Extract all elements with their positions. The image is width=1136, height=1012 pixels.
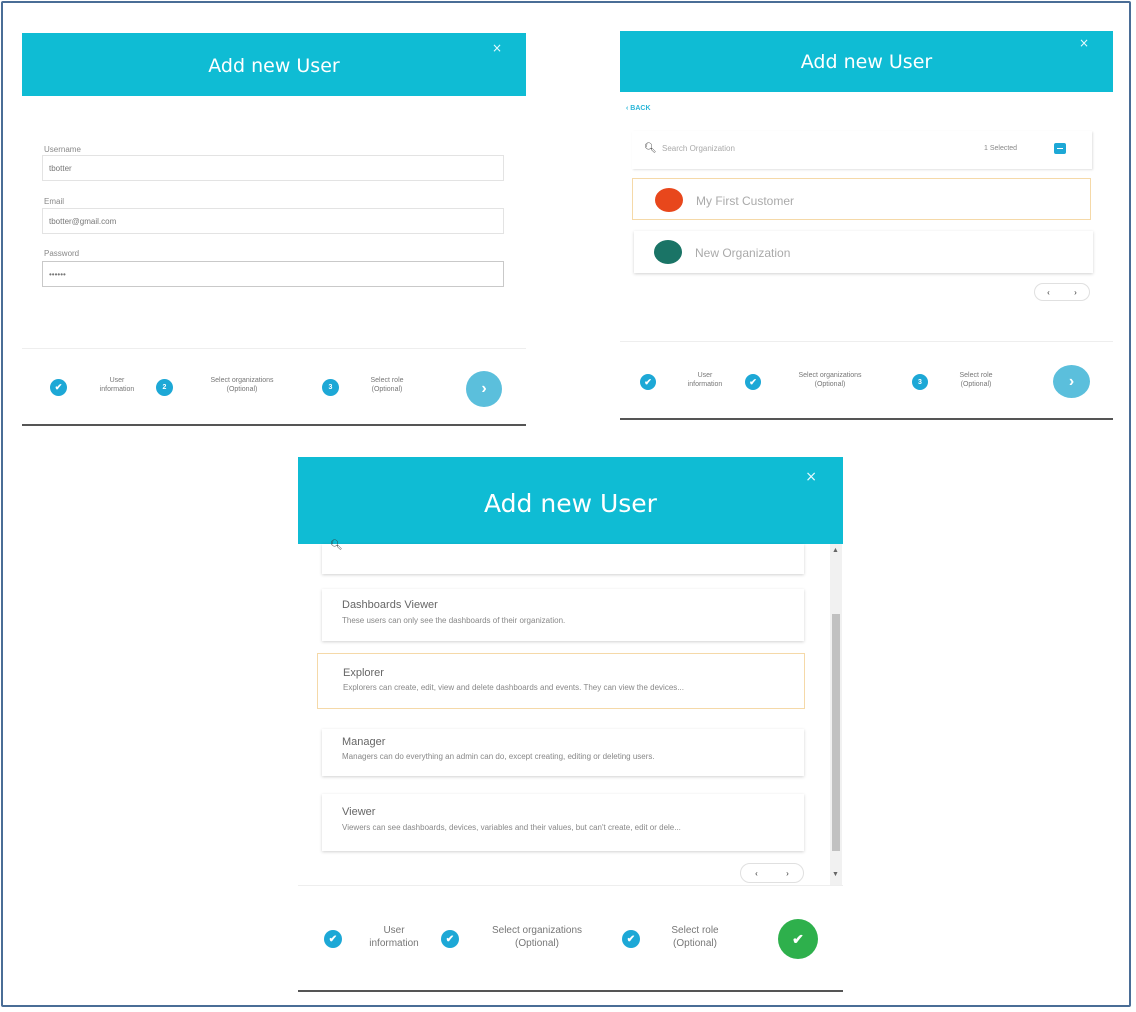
role-description: Explorers can create, edit, view and del…	[343, 683, 684, 692]
next-button[interactable]: ›	[1053, 365, 1090, 398]
modal-header: Add new User ×	[620, 31, 1113, 92]
email-value: tbotter@gmail.com	[49, 216, 117, 226]
scrollbar[interactable]: ▲ ▼	[830, 544, 842, 885]
role-item[interactable]: Explorer Explorers can create, edit, vie…	[317, 653, 805, 709]
scroll-up-icon[interactable]: ▲	[832, 547, 839, 554]
role-description: Viewers can see dashboards, devices, var…	[342, 823, 681, 832]
modal-title: Add new User	[800, 51, 933, 73]
role-item[interactable]: Dashboards Viewer These users can only s…	[322, 589, 804, 641]
role-search-bar: 🔍︎	[322, 540, 804, 574]
password-field[interactable]: ••••••	[42, 261, 504, 287]
check-icon: ✔	[324, 930, 342, 948]
check-icon: ✔	[640, 374, 656, 390]
prev-page-button[interactable]: ‹	[1047, 288, 1050, 297]
close-icon[interactable]: ×	[1079, 36, 1089, 50]
step-select-role[interactable]: Select role (Optional)	[654, 924, 736, 950]
search-icon: 🔍︎	[644, 143, 657, 154]
organization-name: My First Customer	[696, 194, 795, 208]
step-number-icon: 2	[156, 379, 173, 396]
step-select-organizations[interactable]: Select organizations (Optional)	[187, 376, 297, 394]
username-value: tbotter	[49, 163, 72, 173]
role-description: Managers can do everything an admin can …	[342, 752, 655, 761]
stepper-footer: ✔ User information ✔ Select organizations…	[298, 885, 843, 991]
step-number-icon: 3	[322, 379, 339, 396]
check-icon: ✔	[745, 374, 761, 390]
step-select-organizations[interactable]: Select organizations (Optional)	[775, 371, 885, 389]
password-label: Password	[44, 249, 80, 258]
organization-avatar	[655, 188, 683, 212]
scrollbar-thumb[interactable]	[832, 614, 840, 851]
scroll-down-icon[interactable]: ▼	[832, 871, 839, 878]
organization-search-bar: 🔍︎ Search Organization 1 Selected	[632, 131, 1092, 169]
role-item[interactable]: Manager Managers can do everything an ad…	[322, 729, 804, 776]
check-icon: ✔	[622, 930, 640, 948]
email-field[interactable]: tbotter@gmail.com	[42, 208, 504, 234]
next-page-button[interactable]: ›	[1074, 288, 1077, 297]
close-icon[interactable]: ×	[492, 41, 502, 55]
pagination-control: ‹ ›	[1034, 283, 1090, 301]
stepper-footer: ✔ User information 2 Select organizations…	[22, 348, 526, 425]
modal-title: Add new User	[484, 489, 657, 518]
organization-avatar	[654, 240, 682, 264]
next-page-button[interactable]: ›	[786, 869, 789, 878]
finish-button[interactable]: ✔	[778, 919, 818, 959]
back-link[interactable]: ‹ BACK	[626, 105, 651, 112]
role-title: Explorer	[343, 667, 384, 679]
organization-item[interactable]: My First Customer	[632, 178, 1091, 220]
step-select-role[interactable]: Select role (Optional)	[352, 376, 422, 394]
username-field[interactable]: tbotter	[42, 155, 504, 181]
step-select-role[interactable]: Select role (Optional)	[941, 371, 1011, 389]
deselect-all-checkbox[interactable]	[1054, 143, 1066, 154]
organization-name: New Organization	[695, 246, 791, 260]
modal-header: Add new User ×	[22, 33, 526, 96]
step-user-information[interactable]: User information	[82, 376, 152, 394]
modal-title: Add new User	[208, 55, 340, 77]
modal-user-information: Add new User × Username tbotter Email tb…	[22, 33, 526, 426]
username-label: Username	[44, 145, 81, 154]
role-description: These users can only see the dashboards …	[342, 616, 566, 625]
step-select-organizations[interactable]: Select organizations (Optional)	[474, 924, 600, 950]
close-icon[interactable]: ×	[805, 469, 817, 485]
password-value: ••••••	[49, 269, 66, 279]
check-icon: ✔	[441, 930, 459, 948]
search-icon: 🔍︎	[330, 540, 343, 551]
role-item[interactable]: Viewer Viewers can see dashboards, devic…	[322, 794, 804, 851]
role-title: Dashboards Viewer	[342, 599, 438, 611]
stepper-footer: ✔ User information ✔ Select organizations…	[620, 341, 1113, 419]
step-number-icon: 3	[912, 374, 928, 390]
prev-page-button[interactable]: ‹	[755, 869, 758, 878]
organization-item[interactable]: New Organization	[634, 231, 1093, 273]
check-icon: ✔	[50, 379, 67, 396]
modal-select-organizations: Add new User × ‹ BACK 🔍︎ Search Organiza…	[620, 31, 1113, 420]
search-input[interactable]: Search Organization	[662, 144, 735, 153]
role-title: Manager	[342, 736, 386, 748]
modal-select-role: Add new User × 🔍︎ Dashboards Viewer Thes…	[298, 457, 843, 992]
role-title: Viewer	[342, 806, 376, 818]
modal-header: Add new User ×	[298, 457, 843, 544]
selected-count: 1 Selected	[984, 145, 1018, 152]
step-user-information[interactable]: User information	[354, 924, 434, 950]
email-label: Email	[44, 197, 65, 206]
next-button[interactable]: ›	[466, 371, 502, 407]
pagination-control: ‹ ›	[740, 863, 804, 883]
step-user-information[interactable]: User information	[670, 371, 740, 389]
